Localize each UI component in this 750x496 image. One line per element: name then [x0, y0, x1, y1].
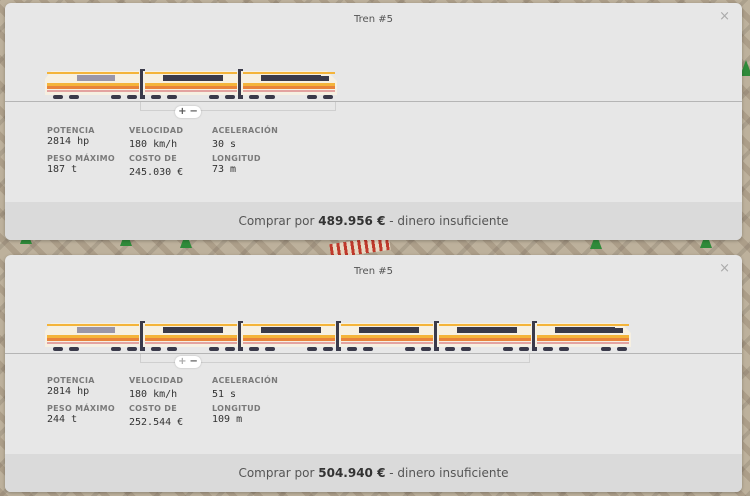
- stat-label-peso: PESO MÁXIMO: [47, 404, 116, 413]
- train-car: [45, 71, 141, 99]
- train-car: [45, 323, 141, 351]
- stat-value-aceleracion: 30 s: [212, 139, 237, 150]
- stat-value-velocidad: 180 km/h: [129, 389, 178, 400]
- stat-label-longitud: LONGITUD: [212, 404, 261, 413]
- zoom-out-button[interactable]: −: [190, 106, 198, 118]
- close-icon[interactable]: ×: [719, 9, 730, 24]
- zoom-control: + −: [175, 356, 201, 368]
- buy-suffix: - dinero insuficiente: [389, 214, 509, 228]
- buy-suffix: - dinero insuficiente: [389, 466, 509, 480]
- stat-value-potencia: 2814 hp: [47, 136, 90, 147]
- buy-prefix: Comprar por: [238, 214, 315, 228]
- stat-value-peso: 244 t: [47, 414, 78, 425]
- train-panel: Tren #5 × + − POTENCIA 2814 hp PESO MÁXI…: [5, 255, 742, 492]
- stat-label-costo: COSTO DE: [129, 404, 177, 413]
- stat-label-potencia: POTENCIA: [47, 376, 95, 385]
- train-car: [339, 323, 435, 351]
- zoom-in-button[interactable]: +: [178, 106, 186, 118]
- stat-value-costo: 252.544 €: [129, 417, 184, 428]
- stat-label-aceleracion: ACELERACIÓN: [212, 376, 279, 385]
- stat-label-peso: PESO MÁXIMO: [47, 154, 116, 163]
- zoom-out-button[interactable]: −: [190, 356, 198, 368]
- stat-label-velocidad: VELOCIDAD: [129, 126, 184, 135]
- panel-title: Tren #5: [354, 266, 393, 277]
- stat-value-peso: 187 t: [47, 164, 78, 175]
- buy-button[interactable]: Comprar por 489.956 € - dinero insuficie…: [5, 202, 742, 240]
- train-preview: [45, 321, 631, 351]
- buy-price: 489.956 €: [318, 214, 386, 228]
- panel-title: Tren #5: [354, 14, 393, 25]
- buy-price: 504.940 €: [318, 466, 386, 480]
- buy-button[interactable]: Comprar por 504.940 € - dinero insuficie…: [5, 454, 742, 492]
- zoom-in-button[interactable]: +: [178, 356, 186, 368]
- stat-value-costo: 245.030 €: [129, 167, 184, 178]
- stat-label-potencia: POTENCIA: [47, 126, 95, 135]
- stat-value-aceleracion: 51 s: [212, 389, 237, 400]
- stat-label-velocidad: VELOCIDAD: [129, 376, 184, 385]
- stat-value-longitud: 109 m: [212, 414, 243, 425]
- zoom-control: + −: [175, 106, 201, 118]
- train-car: [143, 71, 239, 99]
- train-preview: [45, 69, 337, 99]
- train-car: [241, 71, 337, 99]
- stat-value-potencia: 2814 hp: [47, 386, 90, 397]
- train-car: [143, 323, 239, 351]
- train-car: [535, 323, 631, 351]
- close-icon[interactable]: ×: [719, 261, 730, 276]
- train-panel: Tren #5 × + − POTENCIA 2814 hp PESO MÁXI…: [5, 3, 742, 240]
- stat-value-longitud: 73 m: [212, 164, 237, 175]
- stat-label-aceleracion: ACELERACIÓN: [212, 126, 279, 135]
- coupler-bracket: [140, 102, 336, 111]
- stat-label-costo: COSTO DE: [129, 154, 177, 163]
- stat-value-velocidad: 180 km/h: [129, 139, 178, 150]
- train-car: [241, 323, 337, 351]
- train-car: [437, 323, 533, 351]
- stat-label-longitud: LONGITUD: [212, 154, 261, 163]
- buy-prefix: Comprar por: [238, 466, 315, 480]
